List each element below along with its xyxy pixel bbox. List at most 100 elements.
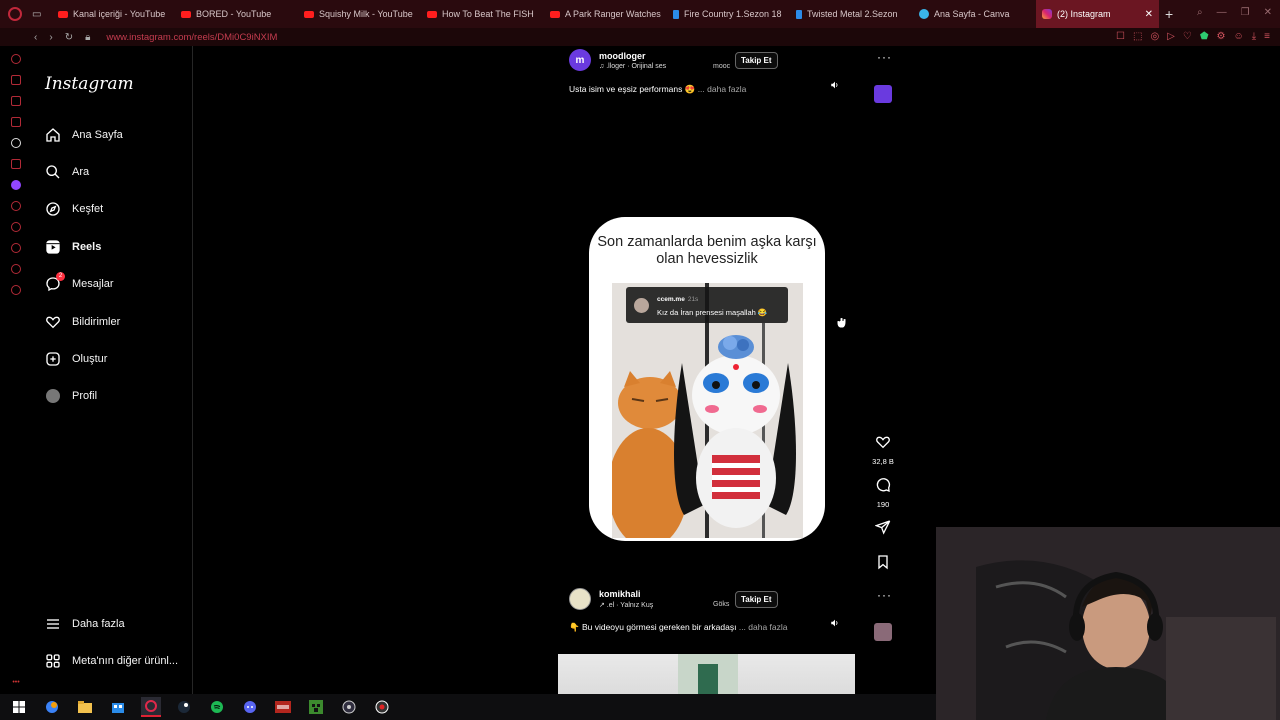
share-button[interactable] — [872, 519, 894, 540]
audio-label[interactable]: ♫ .lloger · Orijinal ses — [599, 63, 666, 70]
more-link[interactable]: ... daha fazla — [698, 84, 747, 94]
youtube-icon — [304, 10, 314, 18]
heart-icon — [875, 434, 891, 455]
tab-1[interactable]: BORED - YouTube — [175, 0, 298, 28]
tab-3[interactable]: How To Beat The FISH — [421, 0, 544, 28]
sidebar-item-create[interactable]: Oluştur — [44, 349, 107, 369]
volume-icon[interactable] — [829, 79, 841, 91]
sidebar-item-explore[interactable]: Keşfet — [44, 199, 103, 219]
bookmark-icon — [875, 554, 891, 575]
player-icon[interactable] — [11, 222, 21, 232]
avatar[interactable] — [569, 588, 591, 610]
recorder-icon[interactable] — [372, 697, 392, 717]
discord-icon[interactable] — [240, 697, 260, 717]
address-bar: ‹ › ↻ 🔒︎ www.instagram.com/reels/DMi0C9i… — [0, 28, 1280, 46]
tab-8[interactable]: (2) Instagram ✕ — [1036, 0, 1159, 28]
canva-icon — [919, 9, 929, 19]
sidebar-item-messages[interactable]: 2 Mesajlar — [44, 272, 114, 294]
back-icon[interactable]: ‹ — [34, 32, 37, 43]
settings-icon[interactable] — [11, 285, 21, 295]
messenger-icon[interactable] — [11, 96, 21, 106]
tab-overview-icon[interactable]: ▭ — [32, 9, 41, 20]
tab-0[interactable]: Kanal içeriği - YouTube — [52, 0, 175, 28]
notification-badge: 2 — [56, 272, 65, 281]
snapshot-icon[interactable]: ⬚ — [1133, 31, 1142, 42]
close-tab-icon[interactable]: ✕ — [1145, 9, 1153, 20]
extensions-icon[interactable]: ⚙ — [1217, 31, 1226, 42]
maximize-icon[interactable]: ❐ — [1241, 7, 1250, 18]
aria-icon[interactable] — [11, 54, 21, 64]
shield-icon[interactable]: ⬟ — [1200, 31, 1209, 42]
more-options-icon[interactable]: ··· — [877, 588, 892, 602]
like-button[interactable]: 32,8 B — [872, 434, 894, 466]
workspace-icon[interactable] — [11, 75, 21, 85]
twitch-icon[interactable] — [11, 180, 21, 190]
sidebar-item-search[interactable]: Ara — [44, 162, 89, 182]
reel-author[interactable]: m moodloger ♫ .lloger · Orijinal ses — [569, 49, 666, 71]
tab-2[interactable]: Squishy Milk - YouTube — [298, 0, 421, 28]
tab-4[interactable]: A Park Ranger Watches — [544, 0, 667, 28]
sidebar-app-icon[interactable] — [11, 159, 21, 169]
sidebar-more[interactable]: Daha fazla — [44, 614, 125, 634]
audio-thumbnail[interactable] — [874, 623, 892, 641]
play-icon[interactable]: ▷ — [1167, 31, 1175, 42]
video-editor-icon[interactable] — [273, 697, 293, 717]
comment-button[interactable]: 190 — [872, 477, 894, 509]
heart-outline-icon[interactable]: ♡ — [1183, 31, 1192, 42]
profile-icon[interactable]: ☺ — [1234, 31, 1244, 42]
more-icon[interactable]: ••• — [12, 679, 19, 686]
volume-icon[interactable] — [829, 617, 841, 629]
opera-gx-icon[interactable] — [141, 697, 161, 717]
sidebar-item-profile[interactable]: Profil — [44, 386, 97, 406]
music-icon[interactable] — [11, 201, 21, 211]
instagram-logo[interactable]: Instagram — [45, 74, 134, 94]
bookmark-icon[interactable]: ☐ — [1116, 31, 1125, 42]
save-button[interactable] — [872, 554, 894, 575]
file-explorer-icon[interactable] — [75, 697, 95, 717]
reload-icon[interactable]: ↻ — [65, 32, 73, 43]
copilot-icon[interactable] — [42, 697, 62, 717]
username[interactable]: moodloger — [599, 51, 666, 61]
new-tab-icon[interactable]: + — [1165, 6, 1173, 22]
search-tabs-icon[interactable]: ⌕ — [1197, 7, 1203, 18]
history-icon[interactable] — [11, 243, 21, 253]
sidebar-item-notifications[interactable]: Bildirimler — [44, 312, 120, 332]
webcam-overlay — [936, 527, 1280, 720]
screen: ▭ Kanal içeriği - YouTube BORED - YouTub… — [0, 0, 1280, 720]
minimize-icon[interactable]: — — [1217, 7, 1227, 18]
audio-thumbnail[interactable] — [874, 85, 892, 103]
download-icon[interactable]: ⤓ — [1252, 31, 1256, 42]
avatar[interactable]: m — [569, 49, 591, 71]
vpn-icon[interactable]: ◎ — [1150, 31, 1159, 42]
cube-icon[interactable] — [11, 264, 21, 274]
more-options-icon[interactable]: ··· — [877, 50, 892, 64]
tab-6[interactable]: Twisted Metal 2.Sezon — [790, 0, 913, 28]
reel-video[interactable]: Son zamanlarda benim aşka karşı olan hev… — [589, 217, 825, 541]
tab-7[interactable]: Ana Sayfa - Canva — [913, 0, 1036, 28]
store-icon[interactable] — [108, 697, 128, 717]
sidebar-meta[interactable]: Meta'nın diğer ürünl... — [44, 651, 178, 671]
obs-icon[interactable] — [339, 697, 359, 717]
audio-label[interactable]: ↗ .el · Yalnız Kuş — [599, 601, 653, 609]
forward-icon[interactable]: › — [49, 32, 52, 43]
sidebar-item-home[interactable]: Ana Sayfa — [44, 125, 123, 145]
minecraft-icon[interactable] — [306, 697, 326, 717]
tab-5[interactable]: Fire Country 1.Sezon 18 — [667, 0, 790, 28]
caption: 👇 Bu videoyu görmesi gereken bir arkadaş… — [569, 622, 788, 632]
windows-start-icon[interactable] — [9, 697, 29, 717]
menu-icon[interactable]: ≡ — [1264, 31, 1270, 42]
url-field[interactable]: www.instagram.com/reels/DMi0C9iNXIM — [106, 32, 277, 43]
follow-button[interactable]: Takip Et — [735, 52, 778, 69]
next-reel-video[interactable] — [558, 654, 855, 694]
close-window-icon[interactable]: ✕ — [1264, 7, 1272, 18]
opera-logo-icon[interactable] — [8, 7, 22, 21]
steam-icon[interactable] — [174, 697, 194, 717]
next-reel-author[interactable]: komikhali ↗ .el · Yalnız Kuş — [569, 588, 653, 610]
sidebar-item-reels[interactable]: Reels — [44, 237, 101, 257]
spotify-icon[interactable] — [207, 697, 227, 717]
arrow-icon[interactable] — [11, 138, 21, 148]
username[interactable]: komikhali — [599, 589, 653, 599]
more-link[interactable]: ... daha fazla — [739, 622, 788, 632]
follow-button[interactable]: Takip Et — [735, 591, 778, 608]
gmail-icon[interactable] — [11, 117, 21, 127]
